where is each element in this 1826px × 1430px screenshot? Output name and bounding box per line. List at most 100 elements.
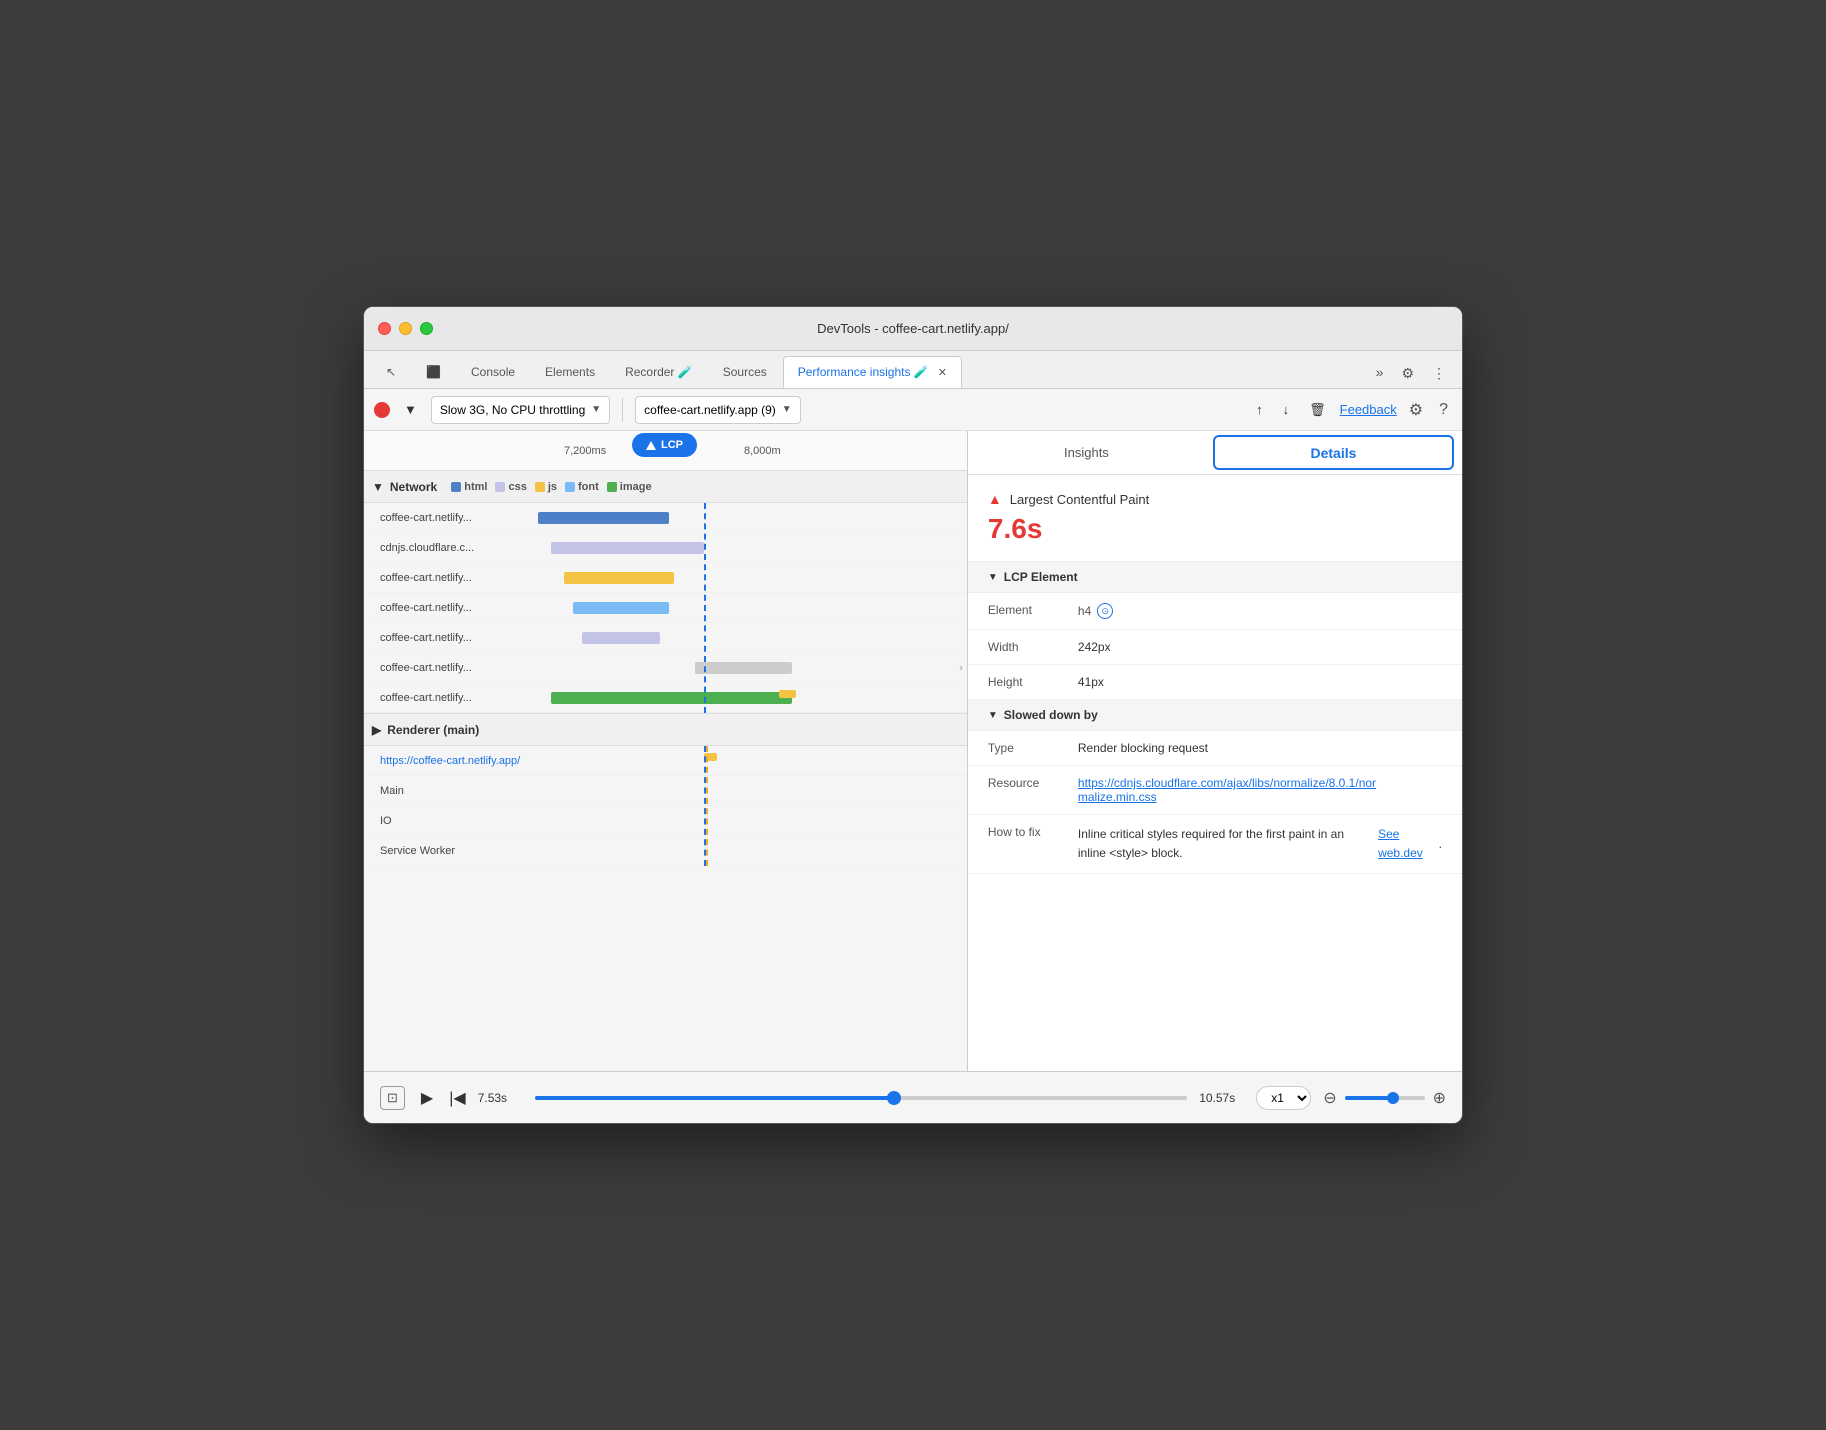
network-row-5[interactable]: coffee-cart.netlify... (364, 623, 967, 653)
tab-close-icon[interactable]: ✕ (938, 366, 947, 379)
resource-link[interactable]: https://cdnjs.cloudflare.com/ajax/libs/n… (1078, 776, 1378, 804)
howtofix-text: Inline critical styles required for the … (1078, 825, 1372, 863)
see-link-text: See web.dev (1378, 827, 1423, 860)
element-label: Element (988, 603, 1078, 617)
row-bars-3 (529, 563, 967, 592)
tab-sources[interactable]: Sources (709, 356, 781, 388)
screenshot-button[interactable]: ⊡ (380, 1086, 405, 1110)
settings-tab[interactable]: ⚙ (1393, 359, 1422, 388)
main-content: 7,200ms 8,000m LCP ▼ Network (364, 431, 1462, 1071)
network-row-7[interactable]: coffee-cart.netlify... (364, 683, 967, 713)
timeline-slider[interactable] (535, 1096, 1188, 1100)
legend-css-dot (495, 482, 505, 492)
time-marker-2: 8,000m (744, 445, 781, 457)
network-expand-icon[interactable]: ▼ (372, 480, 384, 494)
network-row-4[interactable]: coffee-cart.netlify... (364, 593, 967, 623)
minimize-button[interactable] (399, 322, 412, 335)
period: . (1439, 835, 1442, 854)
zoom-out-button[interactable]: ⊖ (1323, 1088, 1336, 1108)
right-panel: Insights Details ▲ Largest Contentful Pa… (968, 431, 1462, 1071)
upload-button[interactable]: ↑ (1250, 398, 1269, 421)
network-rows-container: coffee-cart.netlify... cdnjs.cloudflare.… (364, 503, 967, 713)
renderer-title: Renderer (main) (387, 723, 479, 737)
legend-font-dot (565, 482, 575, 492)
tab-console[interactable]: Console (457, 356, 529, 388)
row-label-5: coffee-cart.netlify... (364, 632, 529, 644)
howtofix-value: Inline critical styles required for the … (1078, 825, 1442, 863)
row-label-6: coffee-cart.netlify... (364, 662, 529, 674)
download-icon: ↓ (1283, 402, 1290, 417)
close-button[interactable] (378, 322, 391, 335)
row-expand-chevron-6[interactable]: › (960, 662, 963, 673)
zoom-in-icon: ⊕ (1433, 1090, 1446, 1107)
renderer-bar-area (529, 746, 967, 775)
bar-html-1 (538, 512, 669, 524)
cursor-icon: ↖ (386, 365, 396, 379)
tab-recorder[interactable]: Recorder 🧪 (611, 356, 707, 388)
network-row-2[interactable]: cdnjs.cloudflare.c... (364, 533, 967, 563)
play-icon: ▶ (421, 1090, 433, 1107)
timeline-thumb[interactable] (887, 1091, 901, 1105)
traffic-lights (378, 322, 433, 335)
play-button[interactable]: ▶ (417, 1084, 437, 1112)
bar-js-3 (564, 572, 673, 584)
network-select[interactable]: Slow 3G, No CPU throttling ▼ (431, 396, 610, 424)
lcp-element-chevron[interactable]: ▼ (988, 572, 998, 583)
right-header: Insights Details (968, 431, 1462, 475)
network-title: Network (390, 480, 437, 494)
warning-icon: ▲ (988, 491, 1002, 507)
more-options-tab[interactable]: ⋮ (1424, 359, 1454, 388)
record-button[interactable] (374, 402, 390, 418)
upload-icon: ↑ (1256, 402, 1263, 417)
to-start-icon: |◀ (449, 1090, 465, 1107)
renderer-expand-icon[interactable]: ▶ (372, 723, 381, 737)
feedback-link[interactable]: Feedback (1340, 402, 1397, 417)
record-dropdown[interactable]: ▼ (398, 398, 423, 421)
trash-button[interactable]: 🗑 (1303, 398, 1332, 422)
tab-more[interactable]: » (1368, 356, 1392, 388)
legend: html css js font (451, 481, 651, 493)
time-end: 10.57s (1199, 1091, 1244, 1105)
bar-gray-6 (695, 662, 791, 674)
tab-console-label: Console (471, 365, 515, 379)
row-bars-2 (529, 533, 967, 562)
network-row-3[interactable]: coffee-cart.netlify... (364, 563, 967, 593)
width-label: Width (988, 640, 1078, 654)
element-inspect-icon[interactable]: ⊙ (1097, 603, 1113, 619)
zoom-thumb[interactable] (1387, 1092, 1399, 1104)
legend-css-label: css (508, 481, 526, 493)
tab-details[interactable]: Details (1213, 435, 1454, 470)
network-row-6[interactable]: coffee-cart.netlify... › (364, 653, 967, 683)
insights-tab-label: Insights (1064, 445, 1109, 460)
network-row-1[interactable]: coffee-cart.netlify... (364, 503, 967, 533)
maximize-button[interactable] (420, 322, 433, 335)
help-button[interactable]: ? (1435, 397, 1452, 423)
height-detail-row: Height 41px (968, 665, 1462, 700)
lcp-triangle-icon (646, 441, 656, 450)
bar-font-4 (573, 602, 669, 614)
settings-button[interactable]: ⚙ (1405, 396, 1427, 424)
dock-icon: ⬛ (426, 365, 441, 379)
title-bar: DevTools - coffee-cart.netlify.app/ (364, 307, 1462, 351)
zoom-slider[interactable] (1345, 1096, 1425, 1100)
target-label: coffee-cart.netlify.app (9) (644, 403, 776, 417)
legend-font-label: font (578, 481, 599, 493)
row-bars-6: › (529, 653, 967, 682)
to-start-button[interactable]: |◀ (449, 1088, 465, 1108)
tab-performance[interactable]: Performance insights 🧪 ✕ (783, 356, 962, 388)
tab-insights[interactable]: Insights (968, 431, 1205, 474)
tab-cursor[interactable]: ↖ (372, 356, 410, 388)
see-webdev-link[interactable]: See web.dev (1378, 825, 1433, 863)
speed-select[interactable]: x1 x2 (1256, 1086, 1311, 1110)
slowed-down-chevron[interactable]: ▼ (988, 710, 998, 721)
legend-image-label: image (620, 481, 652, 493)
download-button[interactable]: ↓ (1277, 398, 1296, 421)
tab-elements[interactable]: Elements (531, 356, 609, 388)
lcp-value: 7.6s (988, 513, 1442, 545)
legend-image-dot (607, 482, 617, 492)
target-select[interactable]: coffee-cart.netlify.app (9) ▼ (635, 396, 801, 424)
zoom-in-button[interactable]: ⊕ (1433, 1088, 1446, 1108)
row-label-4: coffee-cart.netlify... (364, 602, 529, 614)
renderer-url[interactable]: https://coffee-cart.netlify.app/ (380, 755, 520, 767)
tab-dock[interactable]: ⬛ (412, 356, 455, 388)
